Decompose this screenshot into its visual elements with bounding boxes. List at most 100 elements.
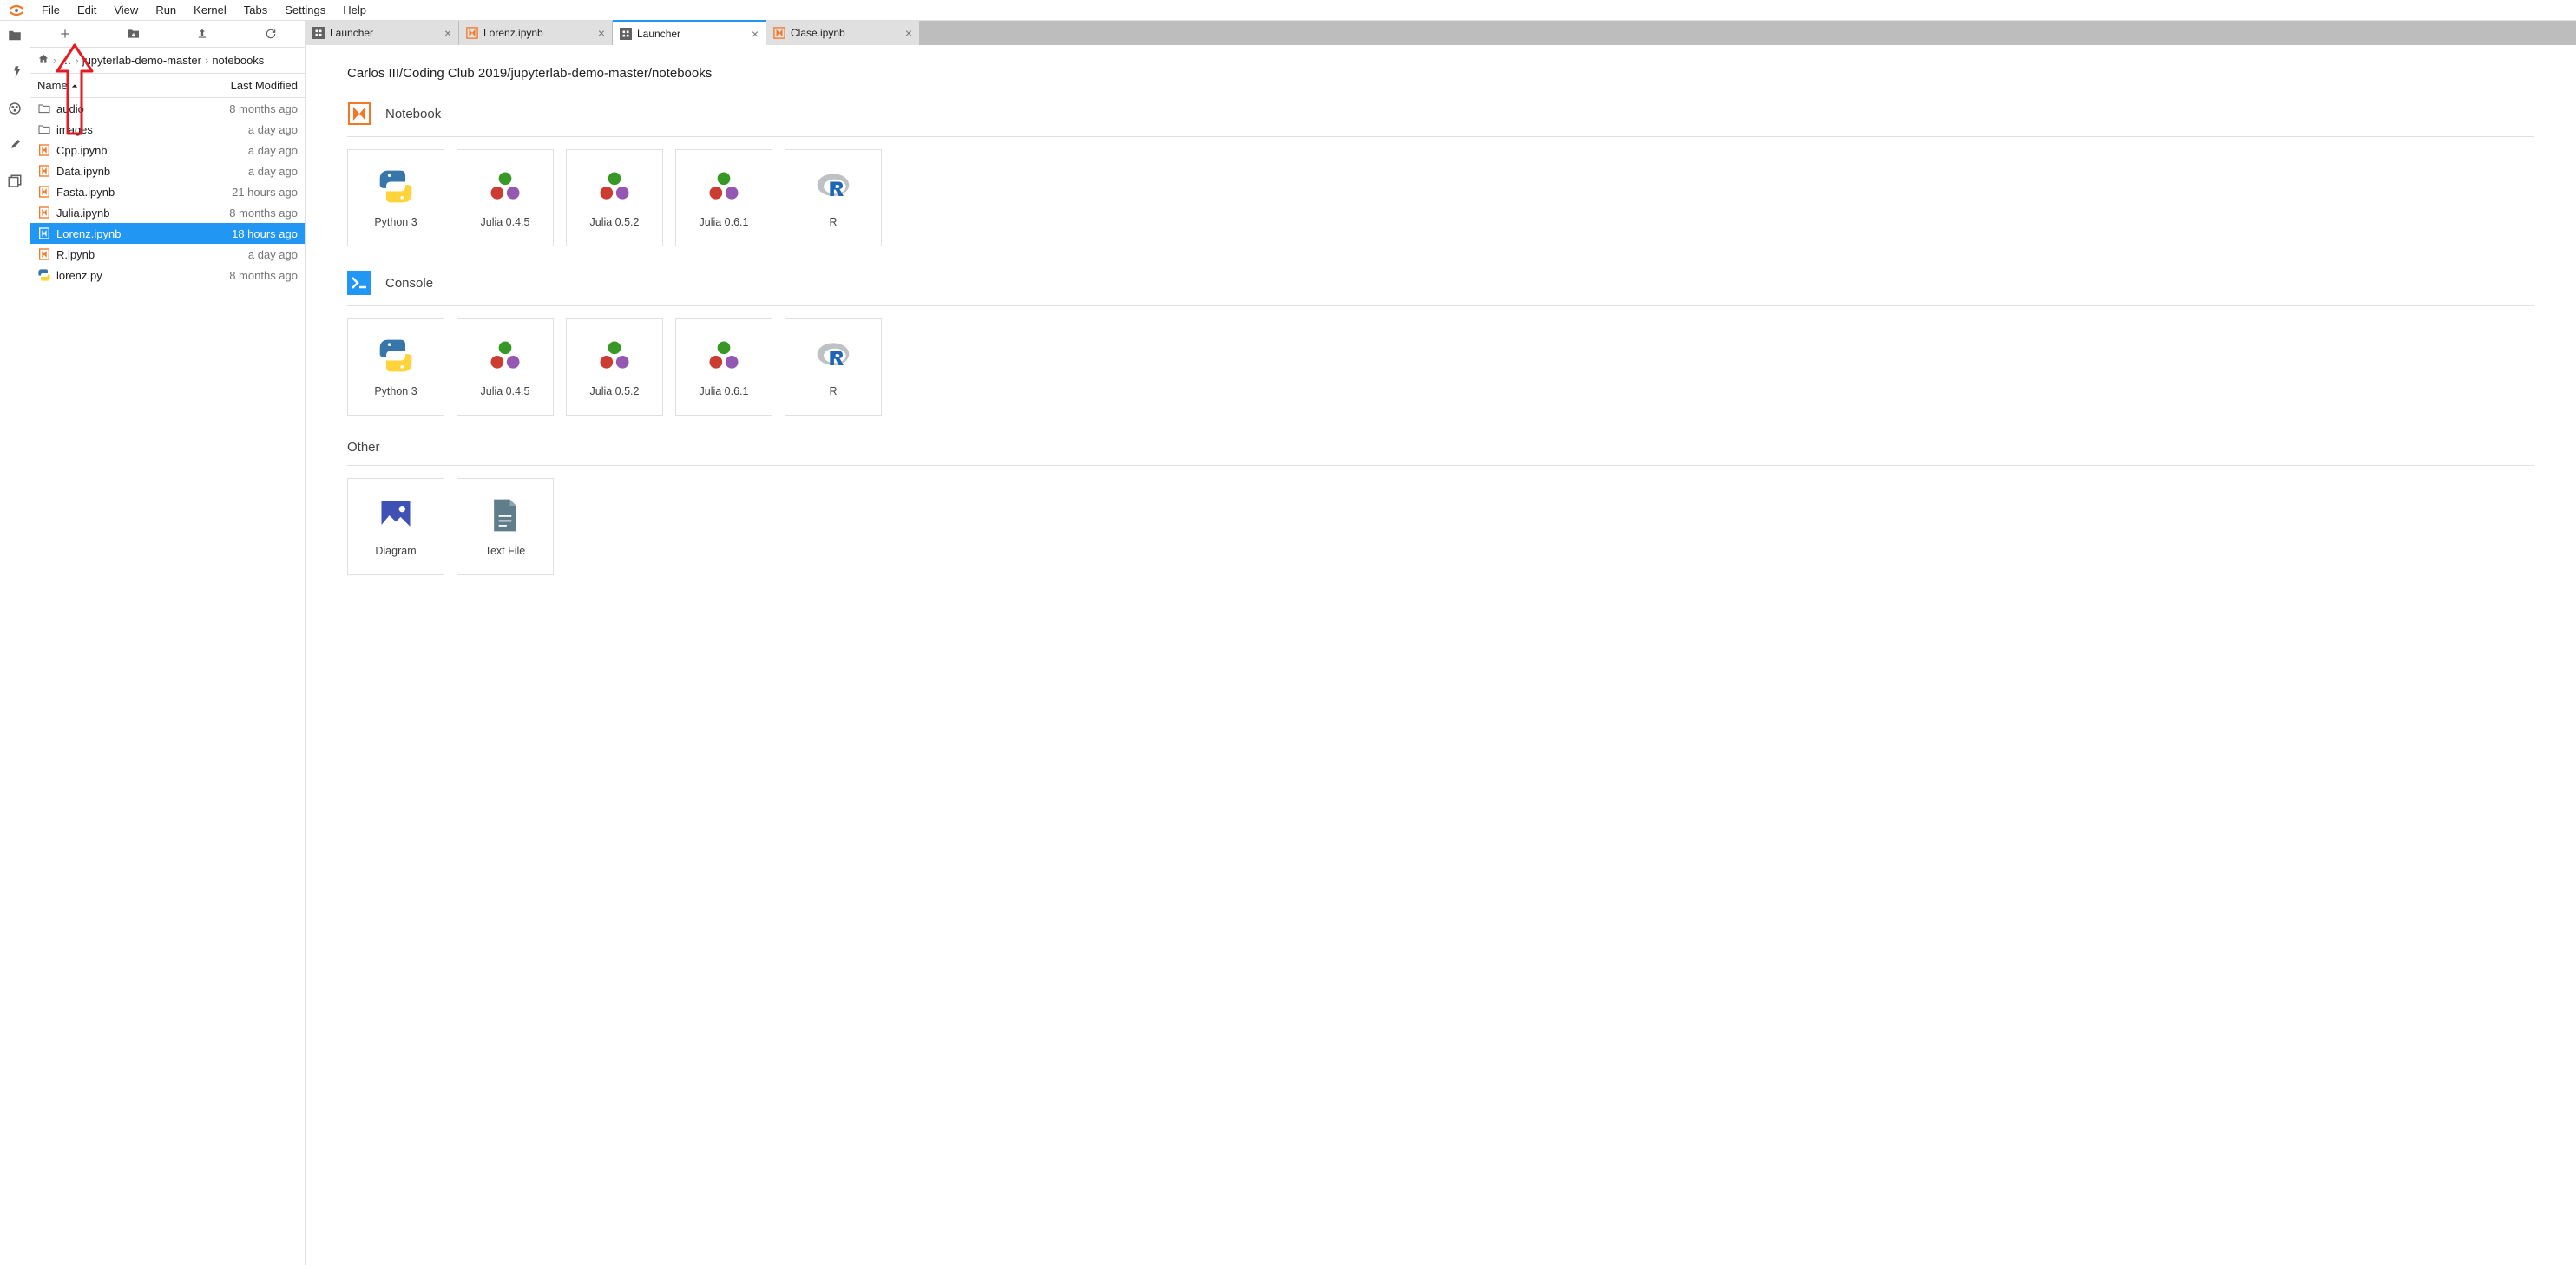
menu-settings[interactable]: Settings <box>276 2 334 18</box>
launcher-content: Carlos III/Coding Club 2019/jupyterlab-d… <box>306 45 2576 1265</box>
launcher-card[interactable]: R <box>785 318 882 416</box>
card-label: Text File <box>485 545 526 557</box>
menu-view[interactable]: View <box>105 2 147 18</box>
file-modified: a day ago <box>248 248 298 261</box>
notebook-icon <box>773 27 785 39</box>
folder-icon <box>37 122 51 136</box>
card-label: Python 3 <box>374 216 417 228</box>
tab-label: Launcher <box>637 28 746 40</box>
file-row[interactable]: imagesa day ago <box>30 119 305 140</box>
breadcrumb-part[interactable]: jupyterlab-demo-master <box>82 54 201 67</box>
launcher-card[interactable]: Julia 0.6.1 <box>675 149 772 246</box>
file-name: Lorenz.ipynb <box>56 227 232 240</box>
section-title: Other <box>347 440 380 455</box>
tab[interactable]: Clase.ipynb× <box>766 21 920 45</box>
tab-label: Lorenz.ipynb <box>483 27 593 39</box>
tabbar: Launcher×Lorenz.ipynb×Launcher×Clase.ipy… <box>306 21 2576 45</box>
julia-icon <box>595 167 634 206</box>
tab[interactable]: Launcher × <box>613 20 766 45</box>
home-icon[interactable] <box>37 53 49 68</box>
section-header: Notebook <box>347 102 2534 137</box>
upload-button[interactable] <box>168 21 236 47</box>
new-folder-button[interactable] <box>99 21 168 47</box>
menu-run[interactable]: Run <box>147 2 185 18</box>
breadcrumb-ellipsis[interactable]: … <box>60 54 71 67</box>
file-list: audio8 months agoimagesa day agoCpp.ipyn… <box>30 98 305 1265</box>
console-icon <box>347 271 371 295</box>
menu-help[interactable]: Help <box>334 2 375 18</box>
notebook-icon <box>37 164 51 178</box>
file-row[interactable]: Lorenz.ipynb18 hours ago <box>30 223 305 244</box>
folder-icon[interactable] <box>7 28 23 43</box>
launcher-card[interactable]: Python 3 <box>347 149 444 246</box>
running-icon[interactable] <box>7 64 23 80</box>
card-label: Julia 0.4.5 <box>481 385 530 397</box>
launcher-card[interactable]: Julia 0.6.1 <box>675 318 772 416</box>
sidebar-toolbar <box>30 21 305 48</box>
r-icon <box>814 337 852 375</box>
launcher-card[interactable]: Text File <box>457 478 554 575</box>
tools-icon[interactable] <box>7 137 23 153</box>
folder-icon <box>37 102 51 115</box>
name-column-header[interactable]: Name <box>37 79 231 92</box>
launcher-card[interactable]: Julia 0.5.2 <box>566 318 663 416</box>
menu-file[interactable]: File <box>33 2 69 18</box>
card-label: Diagram <box>375 545 416 557</box>
launcher-path: Carlos III/Coding Club 2019/jupyterlab-d… <box>347 66 2534 81</box>
modified-column-header[interactable]: Last Modified <box>231 79 298 92</box>
card-grid: Python 3 Julia 0.4.5 Julia 0.5.2Julia 0.6.… <box>347 318 2534 416</box>
launcher-icon <box>620 28 632 40</box>
menu-kernel[interactable]: Kernel <box>185 2 235 18</box>
close-icon[interactable]: × <box>598 27 605 39</box>
tab-label: Launcher <box>330 27 439 39</box>
file-row[interactable]: audio8 months ago <box>30 98 305 119</box>
tabs-icon[interactable] <box>7 174 23 189</box>
file-name: audio <box>56 102 229 115</box>
file-row[interactable]: Fasta.ipynb21 hours ago <box>30 181 305 202</box>
file-row[interactable]: Julia.ipynb8 months ago <box>30 202 305 223</box>
notebook-icon <box>466 27 478 39</box>
julia-icon <box>486 167 524 206</box>
tab[interactable]: Lorenz.ipynb × <box>459 21 613 45</box>
section-header: Console <box>347 271 2534 306</box>
section-header: Other <box>347 440 2534 466</box>
breadcrumb: › … › jupyterlab-demo-master › notebooks <box>30 48 305 74</box>
notebook-icon <box>347 102 371 126</box>
file-modified: 21 hours ago <box>232 186 298 199</box>
jupyter-logo <box>7 1 26 20</box>
launcher-card[interactable]: Julia 0.5.2 <box>566 149 663 246</box>
card-grid: Diagram Text File <box>347 478 2534 575</box>
tab[interactable]: Launcher × <box>306 21 459 45</box>
file-row[interactable]: lorenz.py8 months ago <box>30 265 305 285</box>
file-name: Julia.ipynb <box>56 206 229 220</box>
julia-icon <box>486 337 524 375</box>
commands-icon[interactable] <box>7 101 23 116</box>
file-row[interactable]: R.ipynba day ago <box>30 244 305 265</box>
file-row[interactable]: Cpp.ipynba day ago <box>30 140 305 161</box>
file-browser-sidebar: › … › jupyterlab-demo-master › notebooks… <box>30 21 306 1265</box>
launcher-card[interactable]: Julia 0.4.5 <box>457 149 554 246</box>
breadcrumb-part[interactable]: notebooks <box>212 54 264 67</box>
launcher-card[interactable]: R <box>785 149 882 246</box>
card-label: R <box>829 385 837 397</box>
diagram-icon <box>377 496 415 534</box>
python-icon <box>377 167 415 206</box>
launcher-card[interactable]: Python 3 <box>347 318 444 416</box>
text-icon <box>486 496 524 534</box>
card-label: Julia 0.6.1 <box>700 216 749 228</box>
file-name: Cpp.ipynb <box>56 144 248 157</box>
notebook-icon <box>37 206 51 220</box>
close-icon[interactable]: × <box>444 27 451 39</box>
menu-edit[interactable]: Edit <box>69 2 105 18</box>
card-label: Python 3 <box>374 385 417 397</box>
file-row[interactable]: Data.ipynba day ago <box>30 161 305 181</box>
refresh-button[interactable] <box>236 21 305 47</box>
new-launcher-button[interactable] <box>30 21 99 47</box>
launcher-card[interactable]: Diagram <box>347 478 444 575</box>
close-icon[interactable]: × <box>752 28 759 40</box>
card-grid: Python 3 Julia 0.4.5Julia 0.5.2 Julia 0.6.… <box>347 149 2534 246</box>
close-icon[interactable]: × <box>905 27 912 39</box>
launcher-card[interactable]: Julia 0.4.5 <box>457 318 554 416</box>
menu-tabs[interactable]: Tabs <box>235 2 276 18</box>
file-name: lorenz.py <box>56 269 229 282</box>
